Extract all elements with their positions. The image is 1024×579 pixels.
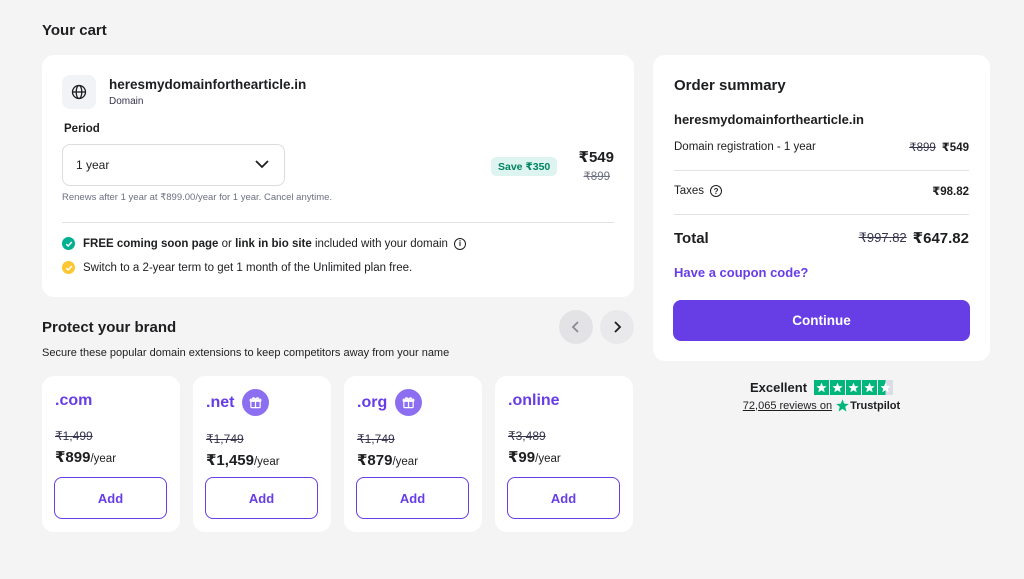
globe-icon [62, 75, 96, 109]
info-icon[interactable]: i [453, 237, 466, 250]
page-title: Your cart [42, 22, 107, 39]
extension-price-unit: /year [392, 456, 419, 468]
extension-price-unit: /year [90, 453, 117, 465]
total-old-price: ₹997.82 [858, 230, 907, 245]
extension-old-price: ₹1,749 [206, 432, 244, 446]
protect-title: Protect your brand [42, 319, 177, 336]
trustpilot-reviews-link[interactable]: 72,065 reviews on [743, 400, 832, 412]
summary-domain: heresmydomainforthearticle.in [674, 112, 864, 127]
chevron-left-icon [571, 321, 579, 333]
chevron-down-icon [254, 158, 270, 172]
period-value: 1 year [76, 158, 110, 172]
extension-name: .com [55, 392, 93, 409]
extension-price-value: ₹899 [55, 449, 91, 466]
carousel-prev-button[interactable] [559, 310, 593, 344]
cart-domain-name: heresmydomainforthearticle.in [109, 77, 307, 92]
carousel-next-button[interactable] [600, 310, 634, 344]
extension-name-row: .net [206, 389, 270, 416]
chevron-right-icon [614, 321, 622, 333]
check-circle-icon [62, 237, 75, 250]
continue-button[interactable]: Continue [673, 300, 970, 341]
summary-total-row: Total ₹997.82 ₹647.82 [674, 229, 969, 248]
check-circle-warning-icon [62, 261, 75, 274]
extension-price-value: ₹99 [508, 449, 536, 466]
cart-price: ₹549 [578, 149, 614, 166]
trustpilot-star-icon [836, 399, 849, 412]
coupon-link[interactable]: Have a coupon code? [674, 265, 808, 280]
perk-upgrade-text: Switch to a 2-year term to get 1 month o… [83, 261, 413, 274]
star-icon [830, 380, 846, 395]
star-rating [814, 380, 894, 395]
taxes-label: Taxes [674, 185, 705, 197]
renew-note: Renews after 1 year at ₹899.00/year for … [62, 192, 333, 203]
star-icon [814, 380, 830, 395]
cart-domain-type: Domain [109, 96, 144, 107]
extension-price: ₹99/year [508, 448, 561, 466]
summary-title: Order summary [674, 77, 786, 94]
perk-bold-2: link in bio site [235, 237, 312, 250]
star-icon [846, 380, 862, 395]
registration-old-price: ₹899 [909, 142, 936, 154]
extension-name: .online [508, 392, 560, 409]
extension-price: ₹879/year [357, 451, 418, 469]
extension-price-unit: /year [253, 456, 280, 468]
cart-old-price: ₹899 [583, 171, 610, 183]
perk-mid: or [218, 237, 236, 250]
total-label: Total [674, 229, 709, 247]
trustpilot-widget: Excellent 72,065 reviews on Trustpilot [653, 380, 990, 412]
extension-price-value: ₹879 [357, 452, 393, 469]
extension-card-net: .net ₹1,749 ₹1,459/year Add [193, 376, 331, 532]
extension-old-price: ₹3,489 [508, 429, 546, 443]
extension-price: ₹1,459/year [206, 451, 280, 469]
divider [674, 170, 969, 171]
extension-name-row: .org [357, 389, 423, 416]
add-com-button[interactable]: Add [54, 477, 167, 519]
divider [62, 222, 614, 223]
order-summary-card: Order summary heresmydomainforthearticle… [653, 55, 990, 361]
divider [674, 214, 969, 215]
period-select[interactable]: 1 year [62, 144, 285, 186]
gift-icon [242, 389, 270, 416]
extension-card-com: .com ₹1,499 ₹899/year Add [42, 376, 180, 532]
extension-old-price: ₹1,749 [357, 432, 395, 446]
perk-upgrade: Switch to a 2-year term to get 1 month o… [62, 261, 412, 274]
star-icon [862, 380, 878, 395]
registration-label: Domain registration - 1 year [674, 141, 816, 153]
period-label: Period [64, 123, 100, 135]
extension-price: ₹899/year [55, 448, 116, 466]
half-star-icon [878, 380, 894, 395]
question-icon[interactable]: ? [710, 185, 723, 197]
save-badge: Save ₹350 [491, 157, 558, 176]
total-value: ₹647.82 [912, 230, 969, 247]
extension-name: .org [357, 393, 388, 411]
perk-bold-1: FREE coming soon page [83, 237, 219, 250]
trustpilot-logo: Trustpilot [836, 399, 900, 412]
add-net-button[interactable]: Add [205, 477, 318, 519]
add-online-button[interactable]: Add [507, 477, 620, 519]
cart-item-card: heresmydomainforthearticle.in Domain Per… [42, 55, 634, 297]
gift-icon [395, 389, 423, 416]
extension-price-unit: /year [535, 453, 561, 465]
extension-name: .net [206, 393, 235, 411]
trustpilot-brand: Trustpilot [850, 399, 901, 412]
summary-taxes-row: Taxes? ₹98.82 [674, 184, 969, 198]
extension-card-org: .org ₹1,749 ₹879/year Add [344, 376, 482, 532]
protect-subtitle: Secure these popular domain extensions t… [42, 347, 450, 359]
extension-old-price: ₹1,499 [55, 429, 93, 443]
summary-registration-row: Domain registration - 1 year ₹899 ₹549 [674, 140, 969, 154]
registration-price: ₹549 [941, 142, 969, 154]
perk-rest: included with your domain [311, 237, 448, 250]
extension-card-online: .online ₹3,489 ₹99/year Add [495, 376, 633, 532]
perk-free-page: FREE coming soon page or link in bio sit… [62, 237, 466, 250]
extension-price-value: ₹1,459 [206, 452, 254, 469]
add-org-button[interactable]: Add [356, 477, 469, 519]
taxes-value: ₹98.82 [932, 186, 969, 198]
trustpilot-rating: Excellent [749, 380, 808, 395]
